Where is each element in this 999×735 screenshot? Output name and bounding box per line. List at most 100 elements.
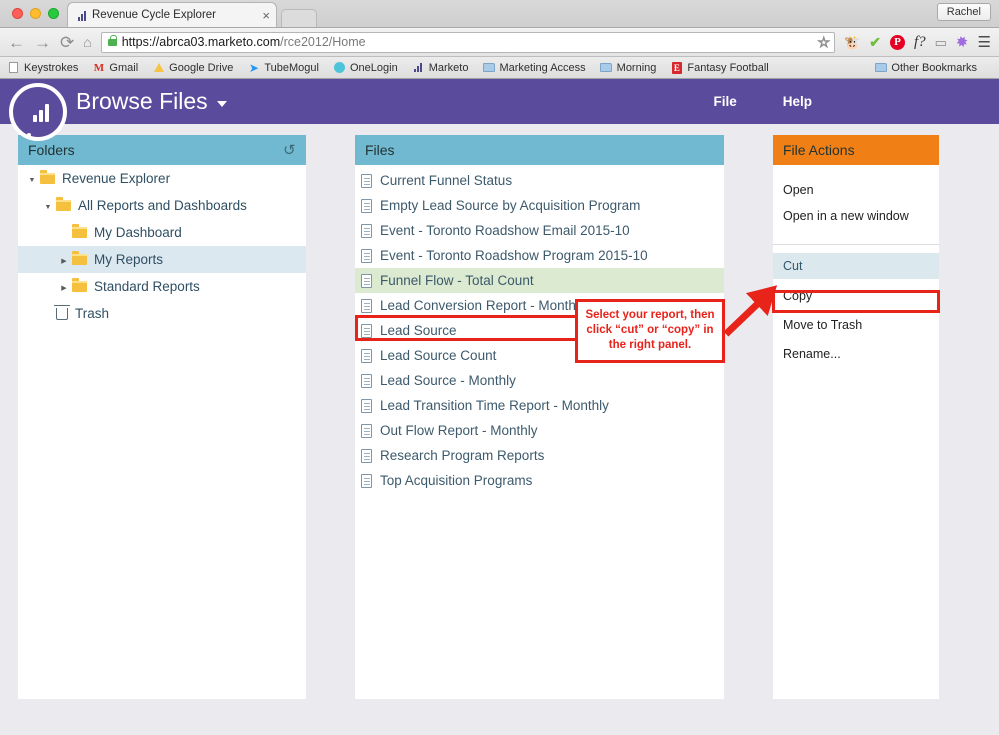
folder-icon bbox=[56, 197, 71, 211]
files-header-label: Files bbox=[365, 142, 395, 158]
reload-icon[interactable]: ⟳ bbox=[60, 34, 74, 51]
callout-line-2: click “cut” or “copy” in bbox=[586, 324, 714, 336]
back-icon[interactable]: ← bbox=[8, 34, 25, 51]
file-icon bbox=[361, 223, 372, 238]
action-move-to-trash[interactable]: Move to Trash bbox=[773, 312, 939, 338]
chrome-menu-icon[interactable]: ☰ bbox=[978, 35, 991, 50]
new-tab-button[interactable] bbox=[281, 9, 317, 27]
folder-icon bbox=[874, 63, 887, 72]
list-item[interactable]: Event - Toronto Roadshow Program 2015-10 bbox=[355, 243, 724, 268]
chevron-down-icon[interactable] bbox=[24, 174, 40, 184]
list-item[interactable]: Research Program Reports bbox=[355, 443, 724, 468]
bookmark-google-drive[interactable]: Google Drive bbox=[152, 62, 233, 74]
folder-icon bbox=[72, 224, 87, 238]
bookmark-tubemogul[interactable]: ➤ TubeMogul bbox=[247, 61, 319, 75]
bookmark-morning[interactable]: Morning bbox=[600, 62, 656, 74]
page-icon bbox=[7, 62, 20, 73]
bookmark-onelogin[interactable]: OneLogin bbox=[333, 62, 398, 74]
action-label: Open bbox=[783, 183, 814, 197]
chevron-right-icon[interactable] bbox=[56, 255, 72, 265]
other-bookmarks-label: Other Bookmarks bbox=[891, 61, 977, 74]
list-item[interactable]: Out Flow Report - Monthly bbox=[355, 418, 724, 443]
tree-item-label: My Reports bbox=[94, 252, 164, 267]
tree-item-standard-reports[interactable]: Standard Reports bbox=[18, 273, 306, 300]
list-item[interactable]: Current Funnel Status bbox=[355, 168, 724, 193]
tree-item-label: Revenue Explorer bbox=[62, 171, 171, 186]
bookmark-keystrokes[interactable]: Keystrokes bbox=[7, 62, 78, 74]
list-item[interactable]: Top Acquisition Programs bbox=[355, 468, 724, 493]
fontface-icon[interactable]: f? bbox=[914, 34, 926, 50]
bookmark-label: Gmail bbox=[109, 61, 139, 74]
chevron-right-icon[interactable] bbox=[56, 282, 72, 292]
window-controls[interactable] bbox=[0, 8, 59, 27]
list-item[interactable]: Lead Transition Time Report - Monthly bbox=[355, 393, 724, 418]
tree-item-label: My Dashboard bbox=[94, 225, 182, 240]
file-icon bbox=[361, 448, 372, 463]
address-input[interactable]: https:// abrca03.marketo.com /rce2012/Ho… bbox=[100, 31, 836, 53]
cast-icon[interactable]: ▭ bbox=[935, 36, 947, 49]
other-bookmarks-button[interactable]: Other Bookmarks bbox=[874, 62, 977, 74]
tree-item-label: Standard Reports bbox=[94, 279, 200, 294]
pinterest-icon[interactable]: P bbox=[890, 34, 905, 50]
action-open-in-new-window[interactable]: Open in a new window bbox=[773, 203, 939, 229]
refresh-icon[interactable]: ↻ bbox=[283, 141, 296, 159]
list-item-selected[interactable]: Funnel Flow - Total Count bbox=[355, 268, 724, 293]
tree-item-my-reports[interactable]: My Reports bbox=[18, 246, 306, 273]
minimize-window-button[interactable] bbox=[30, 8, 41, 19]
gmail-icon: M bbox=[93, 61, 105, 74]
action-rename[interactable]: Rename... bbox=[773, 341, 939, 367]
tree-item-my-dashboard[interactable]: My Dashboard bbox=[18, 219, 306, 246]
tree-item-label: Trash bbox=[75, 306, 110, 321]
tree-item-revenue-explorer[interactable]: Revenue Explorer bbox=[18, 165, 306, 192]
folders-tree: Revenue Explorer All Reports and Dashboa… bbox=[18, 165, 306, 699]
bookmark-gmail[interactable]: M Gmail bbox=[92, 62, 138, 74]
feather-icon[interactable]: ✸ bbox=[954, 32, 971, 52]
action-open[interactable]: Open bbox=[773, 177, 939, 203]
extension-icons: 🐮 ✔ P f? ▭ ✸ ☰ bbox=[844, 32, 991, 52]
chevron-down-icon[interactable] bbox=[40, 201, 56, 211]
evernote-icon[interactable]: 🐮 bbox=[844, 36, 860, 49]
bookmark-label: Fantasy Football bbox=[687, 61, 769, 74]
marketo-icon bbox=[412, 63, 425, 72]
tree-item-trash[interactable]: Trash bbox=[18, 300, 306, 327]
file-icon bbox=[361, 473, 372, 488]
page-title[interactable]: Browse Files bbox=[76, 88, 227, 115]
file-label: Out Flow Report - Monthly bbox=[380, 423, 538, 438]
action-cut[interactable]: Cut bbox=[773, 253, 939, 279]
espn-icon: E bbox=[671, 61, 682, 74]
chevron-down-icon[interactable] bbox=[216, 101, 227, 107]
page-title-text: Browse Files bbox=[76, 88, 208, 114]
menu-file[interactable]: File bbox=[713, 94, 736, 109]
profile-button[interactable]: Rachel bbox=[936, 3, 991, 21]
close-window-button[interactable] bbox=[12, 8, 23, 19]
menu-help[interactable]: Help bbox=[783, 94, 812, 109]
callout-line-3: the right panel. bbox=[608, 339, 692, 351]
bookmarks-bar: Keystrokes M Gmail Google Drive ➤ TubeMo… bbox=[0, 57, 999, 79]
forward-icon[interactable]: → bbox=[34, 34, 51, 51]
browser-tab[interactable]: Revenue Cycle Explorer × bbox=[67, 2, 277, 27]
callout-line-1: Select your report, then bbox=[585, 309, 715, 321]
tree-item-all-reports-and-dashboards[interactable]: All Reports and Dashboards bbox=[18, 192, 306, 219]
bar-chart-icon bbox=[78, 10, 86, 21]
instruction-callout: Select your report, then click “cut” or … bbox=[575, 299, 725, 363]
file-icon bbox=[361, 373, 372, 388]
file-label: Funnel Flow - Total Count bbox=[380, 273, 534, 288]
bookmark-marketo[interactable]: Marketo bbox=[412, 62, 468, 74]
home-icon[interactable]: ⌂ bbox=[83, 35, 91, 49]
check-icon[interactable]: ✔ bbox=[869, 35, 881, 49]
file-actions-panel: File Actions Open Open in a new window C… bbox=[773, 135, 939, 699]
list-item[interactable]: Lead Source - Monthly bbox=[355, 368, 724, 393]
file-label: Event - Toronto Roadshow Email 2015-10 bbox=[380, 223, 630, 238]
bookmark-star-icon[interactable]: ☆ bbox=[817, 35, 831, 50]
list-item[interactable]: Event - Toronto Roadshow Email 2015-10 bbox=[355, 218, 724, 243]
close-tab-icon[interactable]: × bbox=[262, 9, 270, 22]
list-item[interactable]: Empty Lead Source by Acquisition Program bbox=[355, 193, 724, 218]
maximize-window-button[interactable] bbox=[48, 8, 59, 19]
file-label: Research Program Reports bbox=[380, 448, 545, 463]
onelogin-icon bbox=[333, 62, 346, 73]
app-header: Browse Files File Help bbox=[0, 79, 999, 141]
file-label: Event - Toronto Roadshow Program 2015-10 bbox=[380, 248, 648, 263]
revenue-cycle-explorer-app: Browse Files File Help Folders ↻ Revenue… bbox=[0, 79, 999, 699]
bookmark-fantasy-football[interactable]: E Fantasy Football bbox=[670, 61, 769, 74]
bookmark-marketing-access[interactable]: Marketing Access bbox=[482, 62, 586, 74]
